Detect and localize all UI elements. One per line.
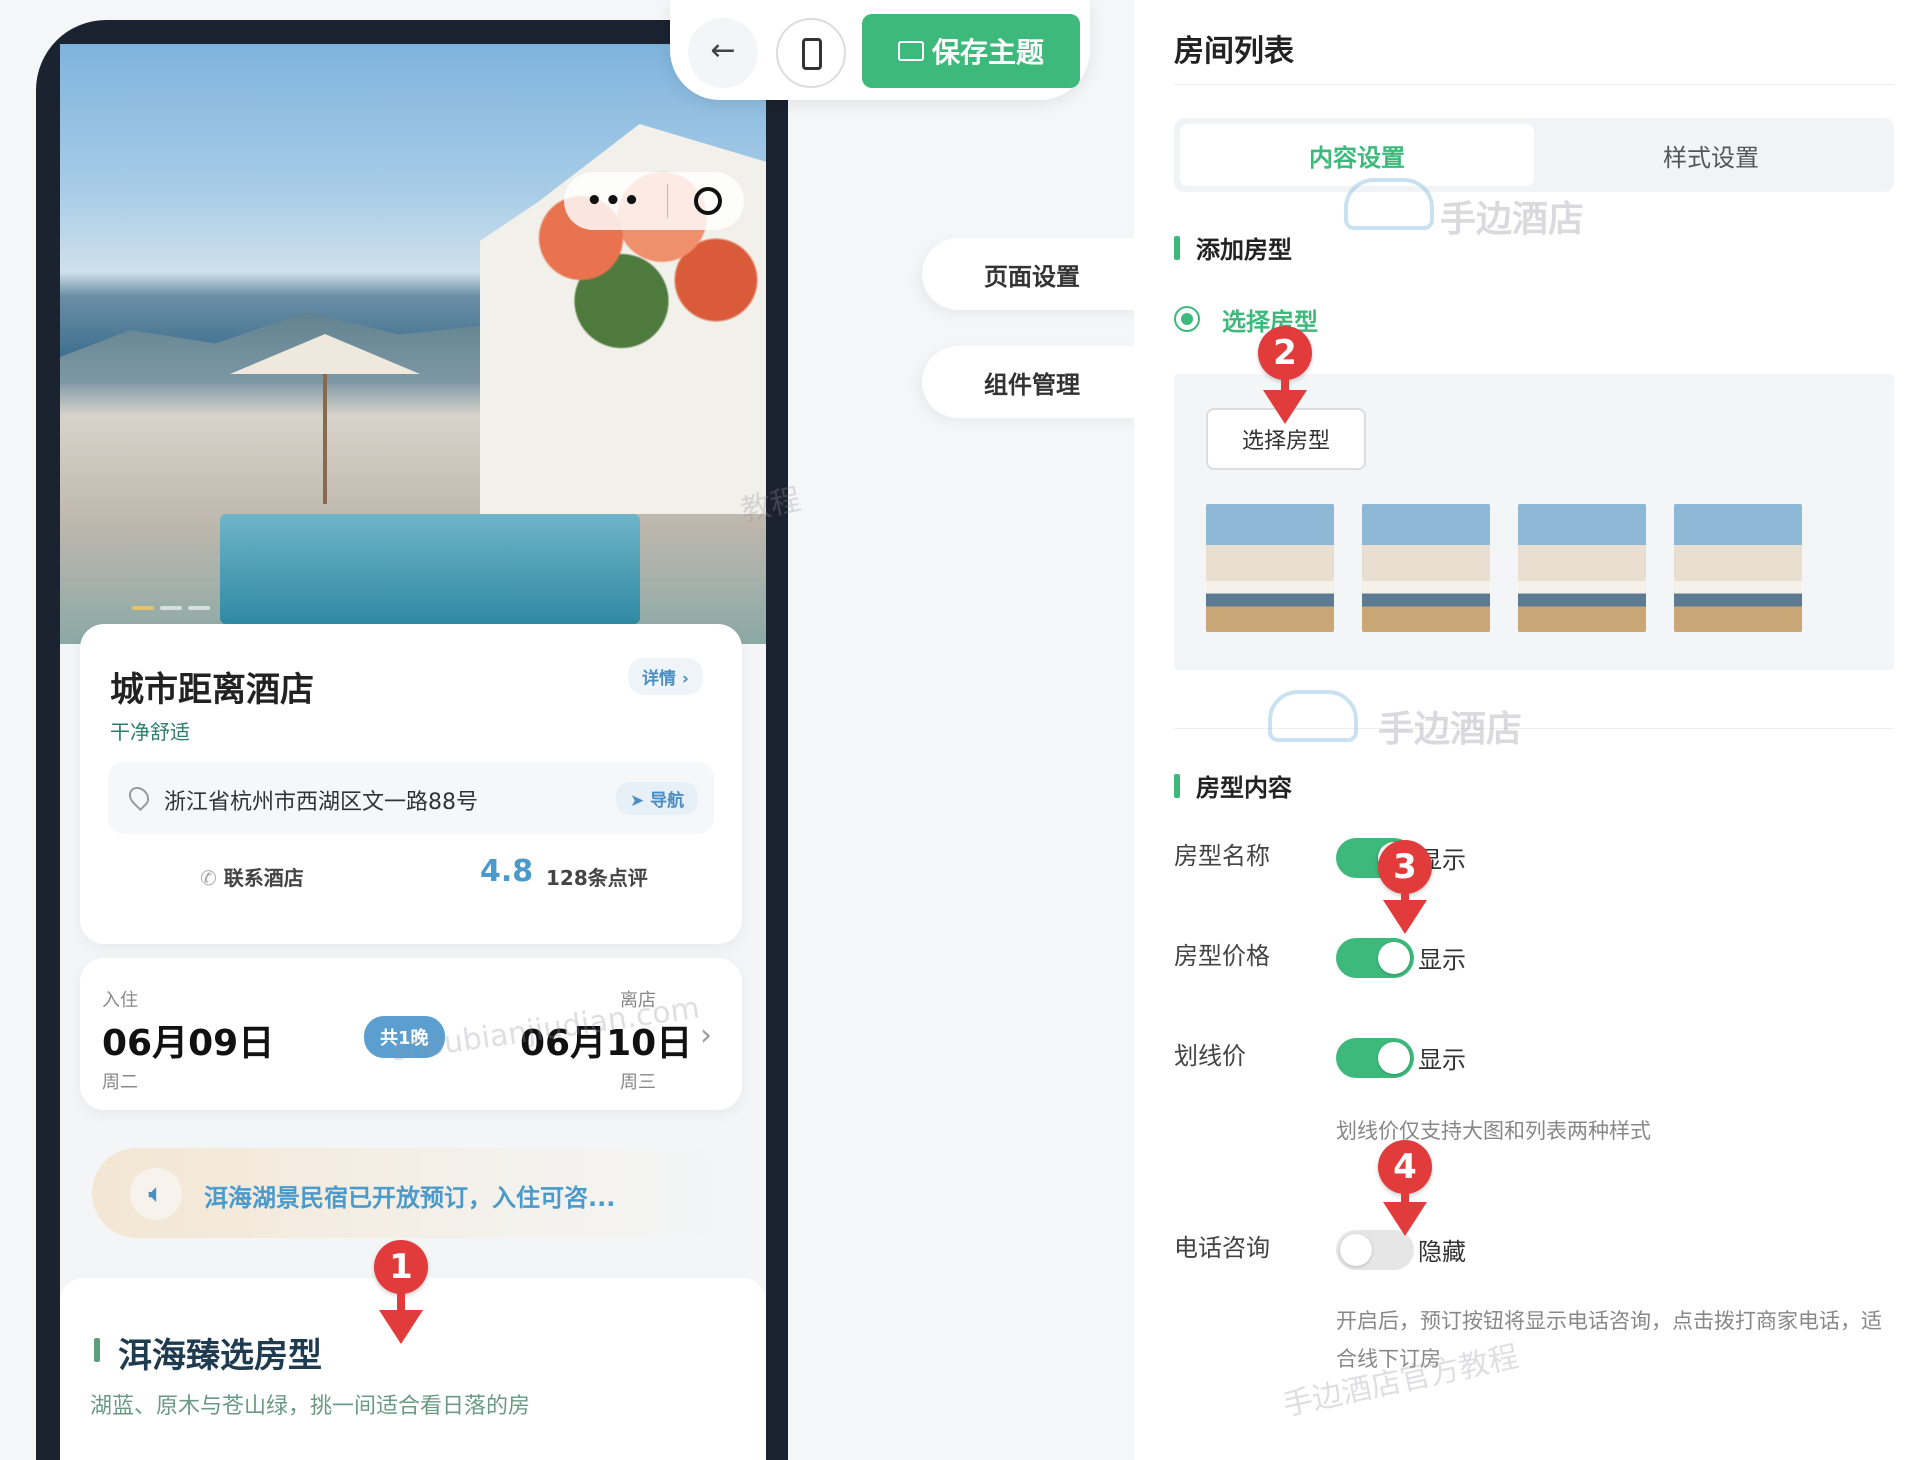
watermark: 手边酒店 (1378, 709, 1523, 750)
back-button[interactable]: ← (688, 18, 758, 88)
folder-icon (897, 41, 924, 61)
notice-bar[interactable]: 🔈︎ 洱海湖景民宿已开放预订，入住可咨... (92, 1148, 732, 1238)
component-manager-button[interactable]: 组件管理 (922, 346, 1142, 418)
section-accent-bar (94, 1338, 100, 1362)
select-room-type-radio[interactable] (1174, 306, 1200, 332)
hotel-info-card: 城市距离酒店 干净舒适 详情 › 浙江省杭州市西湖区文一路88号 ➤ 导航 ✆ … (80, 624, 742, 944)
speaker-icon: 🔈︎ (130, 1168, 182, 1220)
navigate-label: 导航 (650, 791, 685, 811)
room-thumbnail[interactable] (1362, 504, 1490, 632)
watermark: 手边酒店 (1440, 199, 1585, 240)
watermark-logo-icon (1268, 690, 1358, 742)
toggle-strike-price[interactable] (1336, 1038, 1414, 1078)
arrow-left-icon: ← (710, 33, 736, 68)
room-content-title: 房型内容 (1196, 774, 1292, 802)
step-marker-3: 3 (1378, 840, 1432, 894)
contact-hotel-label: 联系酒店 (223, 866, 304, 890)
more-icon[interactable]: ••• (586, 186, 642, 216)
phone-icon (802, 38, 822, 70)
save-theme-button[interactable]: 保存主题 (862, 14, 1080, 88)
toggle-room-price[interactable] (1336, 938, 1414, 978)
arrow-down-icon (1263, 390, 1307, 424)
panel-title: 房间列表 (1174, 34, 1294, 69)
add-room-type-title: 添加房型 (1196, 236, 1292, 264)
carousel-dots[interactable] (132, 606, 210, 610)
phone-call-icon: ✆ (200, 866, 224, 890)
address-box: 浙江省杭州市西湖区文一路88号 ➤ 导航 (108, 762, 714, 834)
checkin-date[interactable]: 06月09日 (102, 1014, 274, 1066)
hero-umbrella-pole (323, 374, 327, 504)
hotel-address: 浙江省杭州市西湖区文一路88号 (164, 790, 478, 815)
page-settings-button[interactable]: 页面设置 (922, 238, 1142, 310)
chevron-right-icon[interactable]: › (700, 1018, 712, 1053)
hero-pool (220, 514, 640, 624)
divider (1174, 84, 1894, 85)
room-section-title: 洱海臻选房型 (118, 1336, 322, 1376)
room-thumbnail[interactable] (1518, 504, 1646, 632)
mini-program-capsule[interactable]: ••• (564, 172, 744, 230)
field-label-room-price: 房型价格 (1174, 942, 1270, 970)
tab-content-settings[interactable]: 内容设置 (1180, 124, 1534, 186)
notice-text: 洱海湖景民宿已开放预订，入住可咨... (204, 1184, 616, 1212)
location-pin-icon (124, 782, 154, 812)
hotel-tagline: 干净舒适 (110, 720, 190, 744)
device-preview-button[interactable] (776, 18, 846, 88)
contact-hotel-button[interactable]: ✆ 联系酒店 (200, 862, 304, 891)
step-marker-1: 1 (374, 1240, 428, 1294)
checkin-label: 入住 (102, 990, 138, 1011)
field-label-strike-price: 划线价 (1174, 1042, 1246, 1070)
watermark-logo-icon (1344, 178, 1434, 230)
toggle-state-room-price: 显示 (1418, 946, 1466, 974)
rating-score: 4.8 (480, 854, 534, 889)
arrow-down-icon (1383, 1202, 1427, 1236)
step-marker-2: 2 (1258, 326, 1312, 380)
section-accent-bar (1174, 774, 1180, 798)
close-circle-icon[interactable] (693, 187, 722, 215)
settings-tabs: 内容设置 样式设置 (1174, 118, 1894, 192)
field-label-room-name: 房型名称 (1174, 842, 1270, 870)
field-label-phone-consult: 电话咨询 (1174, 1234, 1270, 1262)
arrow-down-icon (379, 1310, 423, 1344)
toggle-phone-consult[interactable] (1336, 1230, 1414, 1270)
room-section: 洱海臻选房型 湖蓝、原木与苍山绿，挑一间适合看日落的房 (60, 1278, 766, 1460)
hotel-name: 城市距离酒店 (110, 670, 314, 710)
checkout-weekday: 周三 (620, 1072, 656, 1093)
save-theme-label: 保存主题 (931, 36, 1044, 69)
toggle-state-strike-price: 显示 (1418, 1046, 1466, 1074)
toggle-state-phone-consult: 隐藏 (1418, 1238, 1466, 1266)
room-thumbnail[interactable] (1206, 504, 1334, 632)
step-marker-4: 4 (1378, 1140, 1432, 1194)
checkin-weekday: 周二 (102, 1072, 138, 1093)
room-section-subtitle: 湖蓝、原木与苍山绿，挑一间适合看日落的房 (90, 1394, 531, 1419)
navigate-button[interactable]: ➤ 导航 (616, 782, 699, 815)
section-accent-bar (1174, 236, 1180, 260)
arrow-down-icon (1383, 900, 1427, 934)
top-toolbar: ← 保存主题 (670, 0, 1090, 100)
detail-button[interactable]: 详情 › (628, 658, 703, 695)
review-count-link[interactable]: 128条点评 (546, 862, 648, 891)
capsule-divider (667, 184, 669, 218)
room-thumbnail[interactable] (1674, 504, 1802, 632)
tab-style-settings[interactable]: 样式设置 (1534, 124, 1888, 186)
